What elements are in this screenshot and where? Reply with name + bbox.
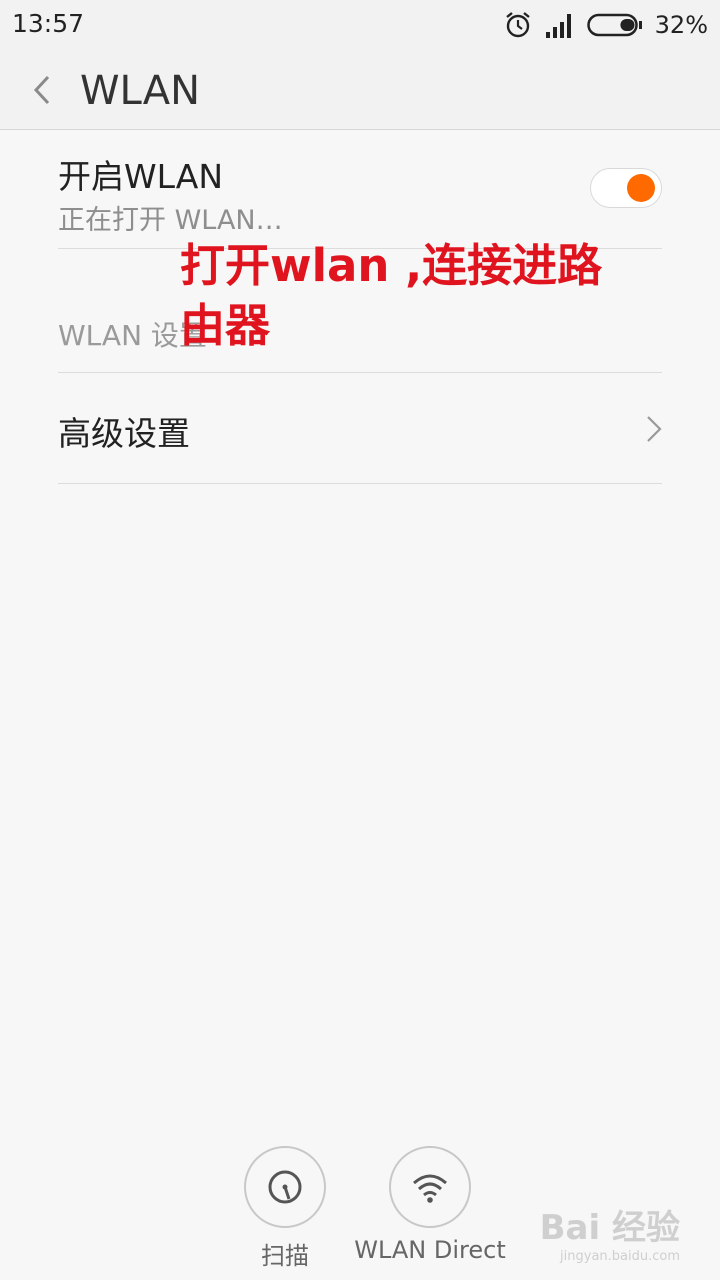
back-button[interactable] (28, 72, 58, 108)
battery-icon (586, 13, 642, 37)
title-bar: WLAN (0, 50, 720, 130)
battery-fill (620, 19, 635, 31)
advanced-settings-label: 高级设置 (58, 414, 190, 453)
battery-percent: 32% (654, 11, 708, 39)
toggle-knob (627, 174, 655, 202)
watermark-main: Bai 经验 (539, 1208, 680, 1248)
wlan-direct-label: WLAN Direct (354, 1236, 506, 1264)
scan-icon (268, 1170, 302, 1204)
scan-label: 扫描 (261, 1242, 309, 1270)
advanced-settings-row[interactable]: 高级设置 (58, 373, 662, 484)
annotation-text: 打开wlan ,连接进路 由器 (180, 236, 630, 356)
chevron-left-icon (33, 75, 50, 105)
scan-button[interactable] (244, 1146, 326, 1228)
status-bar: 13:57 32% (0, 0, 720, 50)
wifi-icon (413, 1174, 447, 1203)
signal-icon (545, 14, 571, 38)
wlan-toggle-row[interactable]: 开启WLAN 正在打开 WLAN… (58, 140, 662, 249)
status-icons: 32% (503, 8, 708, 42)
watermark-sub: jingyan.baidu.com (560, 1249, 680, 1264)
wlan-toggle-title: 开启WLAN (58, 157, 224, 196)
alarm-icon (505, 12, 530, 38)
status-time: 13:57 (12, 9, 85, 38)
baidu-watermark: Bai 经验 jingyan.baidu.com (540, 1200, 680, 1264)
wlan-toggle-status: 正在打开 WLAN… (58, 205, 283, 236)
chevron-right-icon (647, 416, 662, 442)
annotation-line-1: 打开wlan ,连接进路 (180, 239, 603, 292)
wlan-toggle-switch[interactable] (590, 168, 662, 208)
wlan-direct-button[interactable] (389, 1146, 471, 1228)
page-title: WLAN (80, 68, 201, 114)
annotation-line-2: 由器 (180, 299, 271, 352)
